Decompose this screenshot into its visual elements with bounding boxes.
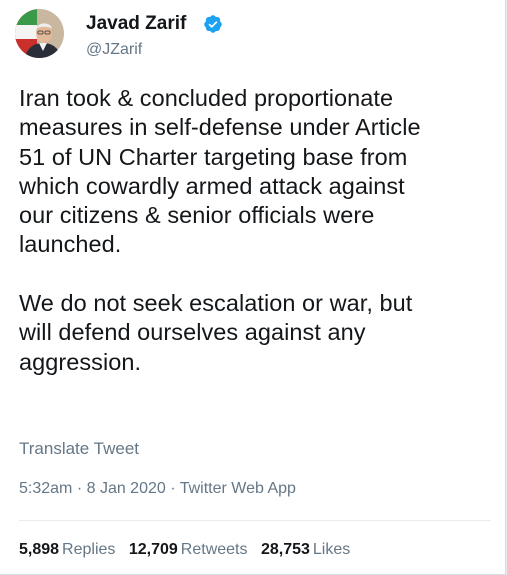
tweet-source[interactable]: Twitter Web App [180,480,296,497]
avatar-image [15,9,64,58]
author-handle[interactable]: @JZarif [86,40,142,60]
profile-avatar[interactable] [15,9,64,58]
replies-stat[interactable]: 5,898 Replies [19,539,115,561]
tweet-card: Javad Zarif @JZarif Iran took & conclude… [0,0,506,575]
author-display-name[interactable]: Javad Zarif [86,13,186,35]
divider [19,520,491,521]
verified-badge-icon [204,15,222,33]
translate-tweet-link[interactable]: Translate Tweet [19,438,139,460]
tweet-text: Iran took & concluded proportionate meas… [19,85,421,375]
meta-separator: · [72,480,87,497]
replies-label: Replies [62,541,116,558]
meta-separator: · [165,480,180,497]
tweet-metadata: 5:32am · 8 Jan 2020 · Twitter Web App [19,478,296,500]
tweet-stats: 5,898 Replies 12,709 Retweets 28,753 Likes [19,539,359,561]
retweets-count: 12,709 [128,541,178,558]
tweet-time[interactable]: 5:32am [19,480,72,497]
likes-stat[interactable]: 28,753 Likes [261,539,350,561]
likes-count: 28,753 [260,541,310,558]
replies-count: 5,898 [19,541,60,558]
likes-label: Likes [312,541,351,558]
tweet-date[interactable]: 8 Jan 2020 [87,480,166,497]
retweets-label: Retweets [180,541,248,558]
retweets-stat[interactable]: 12,709 Retweets [129,539,248,561]
